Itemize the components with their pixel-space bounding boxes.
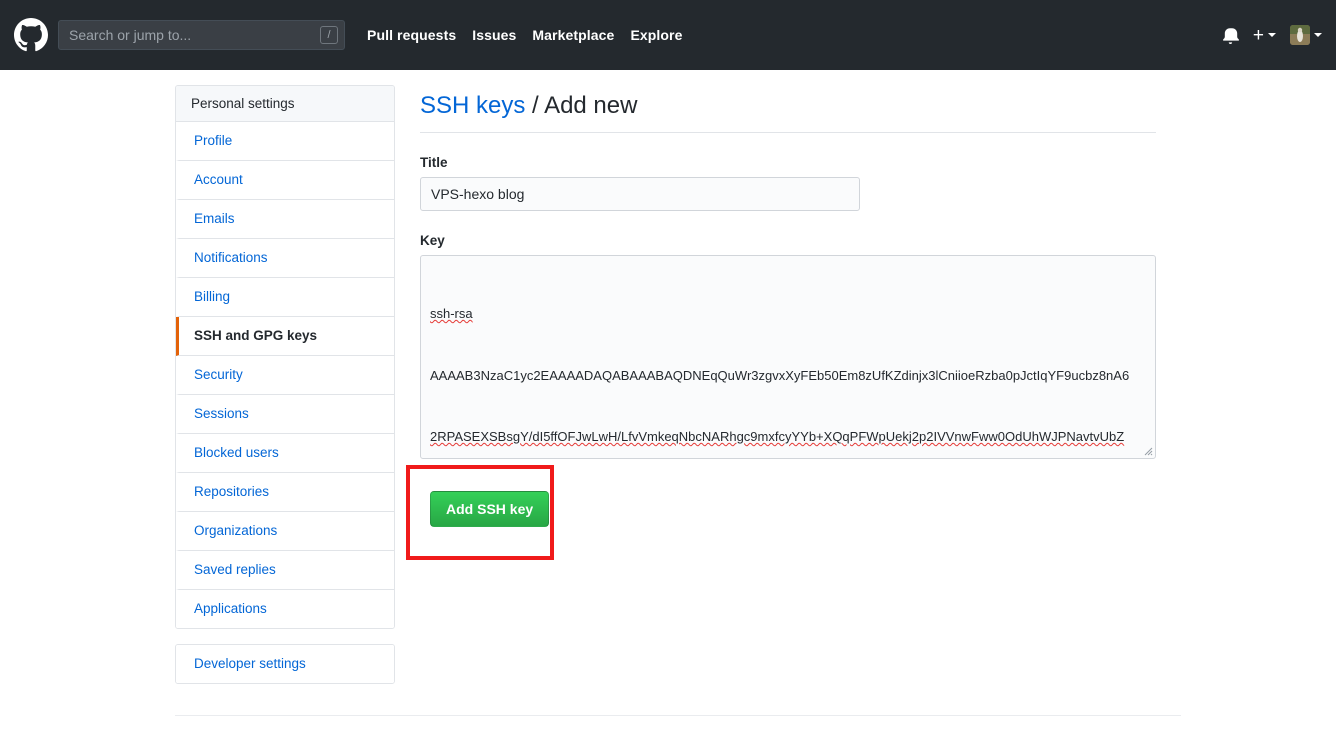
personal-settings-menu: Personal settings Profile Account Emails… bbox=[175, 85, 395, 629]
resize-grip-icon[interactable] bbox=[1141, 444, 1153, 456]
submit-area: Add SSH key bbox=[406, 465, 1156, 560]
key-line-text: ssh-rsa bbox=[430, 306, 473, 321]
breadcrumb-separator: / bbox=[525, 92, 545, 119]
global-header: / Pull requests Issues Marketplace Explo… bbox=[0, 0, 1336, 70]
sidebar-item-notifications[interactable]: Notifications bbox=[176, 239, 394, 278]
key-line-text: 2RPASEXSBsgY/dI5ffOFJwLwH/LfvVmkeqNbcNAR… bbox=[430, 429, 1125, 444]
chevron-down-icon[interactable] bbox=[1268, 33, 1276, 37]
sidebar-item-saved-replies[interactable]: Saved replies bbox=[176, 551, 394, 590]
plus-icon[interactable]: + bbox=[1253, 26, 1264, 45]
create-new-menu[interactable]: + bbox=[1253, 26, 1276, 45]
sidebar-item-security[interactable]: Security bbox=[176, 356, 394, 395]
breadcrumb-ssh-keys[interactable]: SSH keys bbox=[420, 92, 525, 119]
sidebar-item-sessions[interactable]: Sessions bbox=[176, 395, 394, 434]
user-menu[interactable] bbox=[1290, 25, 1322, 45]
sidebar-item-emails[interactable]: Emails bbox=[176, 200, 394, 239]
github-mark-icon[interactable] bbox=[14, 18, 48, 52]
header-actions: + bbox=[1223, 25, 1322, 45]
search-container[interactable]: / bbox=[58, 20, 345, 50]
primary-nav: Pull requests Issues Marketplace Explore bbox=[367, 27, 683, 43]
sidebar-item-profile[interactable]: Profile bbox=[176, 122, 394, 161]
sidebar-item-ssh-and-gpg-keys[interactable]: SSH and GPG keys bbox=[176, 317, 394, 356]
search-input[interactable] bbox=[58, 20, 345, 50]
key-line: 2RPASEXSBsgY/dI5ffOFJwLwH/LfvVmkeqNbcNAR… bbox=[430, 427, 1146, 448]
key-line: ssh-rsa bbox=[430, 304, 1146, 325]
key-line-text: AAAAB3NzaC1yc2EAAAADAQABAAABAQDNEqQuWr3z… bbox=[430, 367, 1130, 383]
sidebar-item-developer-settings[interactable]: Developer settings bbox=[176, 645, 394, 683]
title-field-label: Title bbox=[420, 155, 448, 170]
footer-divider bbox=[175, 715, 1181, 716]
chevron-down-icon[interactable] bbox=[1314, 33, 1322, 37]
page-body: Personal settings Profile Account Emails… bbox=[0, 70, 1336, 684]
sidebar-item-billing[interactable]: Billing bbox=[176, 278, 394, 317]
menu-heading: Personal settings bbox=[176, 86, 394, 122]
add-ssh-key-button[interactable]: Add SSH key bbox=[430, 491, 550, 527]
title-input[interactable] bbox=[420, 177, 860, 211]
settings-sidebar: Personal settings Profile Account Emails… bbox=[175, 85, 395, 684]
sidebar-item-blocked-users[interactable]: Blocked users bbox=[176, 434, 394, 473]
nav-marketplace[interactable]: Marketplace bbox=[532, 27, 614, 43]
page-title: SSH keys / Add new bbox=[420, 90, 1156, 133]
nav-explore[interactable]: Explore bbox=[630, 27, 682, 43]
key-line: AAAAB3NzaC1yc2EAAAADAQABAAABAQDNEqQuWr3z… bbox=[430, 366, 1146, 387]
main-content: SSH keys / Add new Title Key ssh-rsa AAA… bbox=[406, 85, 1156, 684]
nav-pull-requests[interactable]: Pull requests bbox=[367, 27, 456, 43]
developer-settings-menu: Developer settings bbox=[175, 644, 395, 684]
sidebar-item-applications[interactable]: Applications bbox=[176, 590, 394, 628]
key-field-label: Key bbox=[420, 233, 445, 248]
sidebar-item-organizations[interactable]: Organizations bbox=[176, 512, 394, 551]
breadcrumb-current: Add new bbox=[544, 92, 638, 119]
avatar[interactable] bbox=[1290, 25, 1310, 45]
sidebar-item-repositories[interactable]: Repositories bbox=[176, 473, 394, 512]
sidebar-item-account[interactable]: Account bbox=[176, 161, 394, 200]
nav-issues[interactable]: Issues bbox=[472, 27, 516, 43]
bell-icon[interactable] bbox=[1223, 26, 1239, 44]
key-textarea[interactable]: ssh-rsa AAAAB3NzaC1yc2EAAAADAQABAAABAQDN… bbox=[420, 255, 1156, 459]
